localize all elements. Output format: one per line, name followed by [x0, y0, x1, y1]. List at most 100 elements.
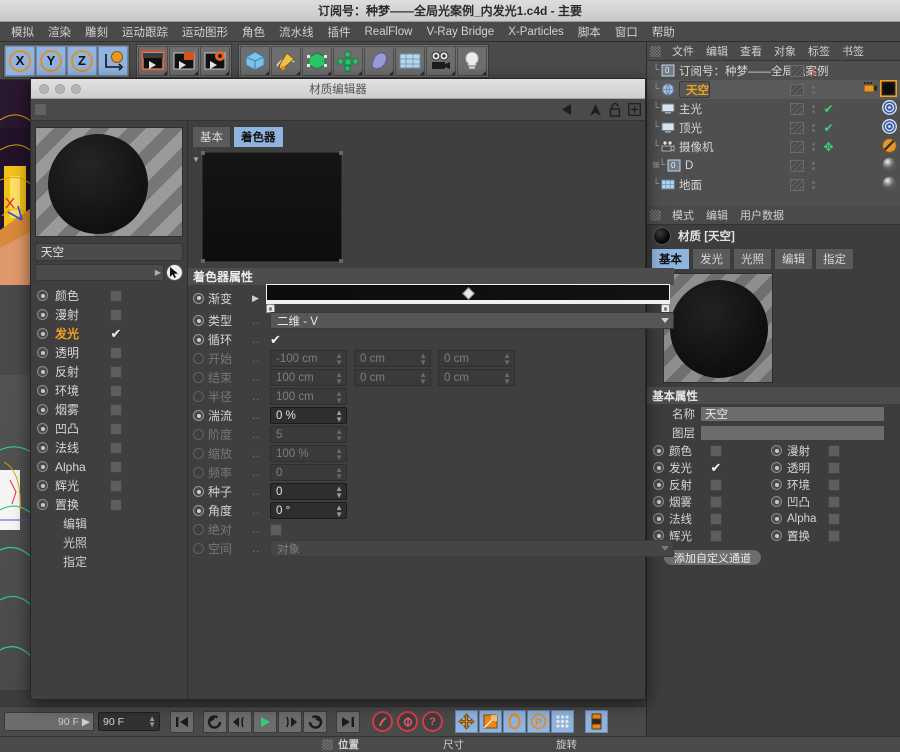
channel-radio[interactable]: [37, 290, 48, 301]
menu-item-4[interactable]: 运动图形: [175, 22, 235, 42]
axis-z-button[interactable]: Z: [67, 46, 97, 76]
layer-color-swatch[interactable]: [790, 84, 804, 96]
up-arrow-icon[interactable]: [589, 103, 602, 117]
object-row[interactable]: └地面: [647, 175, 900, 194]
material-editor-window[interactable]: 材质编辑器 天空: [30, 78, 646, 700]
light-object-icon[interactable]: [661, 102, 675, 115]
om-menu-object[interactable]: 对象: [768, 42, 802, 60]
prop-radio[interactable]: [193, 410, 204, 421]
me-extra-1[interactable]: 光照: [35, 533, 183, 552]
channel-checkbox[interactable]: [110, 309, 122, 321]
layer-color-swatch[interactable]: [790, 103, 804, 115]
me-tab-0[interactable]: 基本: [192, 126, 231, 147]
gradient-bar[interactable]: [266, 284, 670, 301]
black-material-tag[interactable]: [880, 80, 897, 100]
spinner-icon[interactable]: ▲▼: [335, 486, 343, 499]
channel-radio[interactable]: [37, 404, 48, 415]
spinner-icon[interactable]: ▲▼: [335, 429, 343, 442]
om-menu-edit[interactable]: 编辑: [700, 42, 734, 60]
visibility-dots[interactable]: [809, 86, 818, 94]
light-icon[interactable]: [457, 46, 487, 76]
channel-radio[interactable]: [37, 309, 48, 320]
gradient-knob[interactable]: [462, 287, 475, 300]
add-custom-channel-button[interactable]: 添加自定义通道: [663, 549, 762, 566]
axis-x-button[interactable]: X: [5, 46, 35, 76]
input-种子[interactable]: 0▲▼: [270, 483, 347, 500]
menu-item-5[interactable]: 角色: [235, 22, 272, 42]
layer-input[interactable]: [700, 425, 885, 441]
attr-tab-1[interactable]: 发光: [692, 248, 731, 269]
spinner-icon[interactable]: ▲▼: [335, 448, 343, 461]
me-tab-1[interactable]: 着色器: [233, 126, 284, 147]
channel-checkbox[interactable]: [110, 290, 122, 302]
close-button[interactable]: [39, 84, 49, 94]
channel-checkbox[interactable]: [828, 462, 840, 474]
channel-checkbox[interactable]: ✔: [110, 328, 122, 340]
object-row[interactable]: └摄像机✥: [647, 137, 900, 156]
input-湍流[interactable]: 0 %▲▼: [270, 407, 347, 424]
corner-handle[interactable]: [201, 151, 205, 155]
collapse-triangle-icon[interactable]: ▼: [188, 147, 200, 262]
channel-checkbox[interactable]: [828, 496, 840, 508]
menu-item-8[interactable]: RealFlow: [358, 24, 420, 40]
spinner-icon[interactable]: ▲▼: [335, 505, 343, 518]
channel-radio[interactable]: [37, 423, 48, 434]
render-region-icon[interactable]: [169, 46, 199, 76]
menu-item-1[interactable]: 渲染: [41, 22, 78, 42]
channel-radio[interactable]: [771, 479, 782, 490]
record-help-icon[interactable]: ?: [422, 711, 443, 732]
autokey-icon[interactable]: [372, 711, 393, 732]
object-row[interactable]: └0订阅号：种梦——全局光案例: [647, 61, 900, 80]
checkbox-循环[interactable]: ✔: [270, 334, 281, 346]
maximize-button[interactable]: [71, 84, 81, 94]
camera-icon[interactable]: [426, 46, 456, 76]
axis-y-button[interactable]: Y: [36, 46, 66, 76]
checkbox-绝对[interactable]: [270, 524, 282, 536]
layer-color-swatch[interactable]: [790, 160, 804, 172]
input-开始-0[interactable]: -100 cm▲▼: [270, 350, 347, 367]
material-editor-preview[interactable]: [35, 127, 183, 237]
visibility-dots[interactable]: [809, 124, 818, 132]
prop-radio[interactable]: [193, 334, 204, 345]
channel-radio[interactable]: [37, 461, 48, 472]
object-row[interactable]: └顶光✔: [647, 118, 900, 137]
menu-item-10[interactable]: X-Particles: [501, 24, 571, 40]
channel-checkbox[interactable]: [110, 442, 122, 454]
visibility-dots[interactable]: [809, 143, 818, 151]
channel-radio[interactable]: [37, 480, 48, 491]
panel-grip-icon[interactable]: [650, 46, 661, 57]
back-arrow-icon[interactable]: [562, 103, 582, 116]
spinner-icon[interactable]: ▲▼: [419, 353, 427, 366]
enable-check-icon[interactable]: ✔: [822, 121, 835, 135]
spinner-icon[interactable]: ▲▼: [148, 716, 156, 728]
menu-item-11[interactable]: 脚本: [571, 22, 608, 42]
channel-radio[interactable]: [37, 328, 48, 339]
spinner-icon[interactable]: ▲▼: [335, 372, 343, 385]
corner-handle[interactable]: [339, 151, 343, 155]
prop-radio[interactable]: [193, 505, 204, 516]
lock-icon[interactable]: [609, 103, 621, 117]
prop-radio[interactable]: [193, 448, 204, 459]
mograph-array-icon[interactable]: [333, 46, 363, 76]
chevron-right-icon[interactable]: ▶: [155, 268, 161, 277]
layer-color-swatch[interactable]: [790, 141, 804, 153]
menu-item-2[interactable]: 雕刻: [78, 22, 115, 42]
attr-tab-2[interactable]: 光照: [733, 248, 772, 269]
object-row[interactable]: └主光✔: [647, 99, 900, 118]
input-半径[interactable]: 100 cm▲▼: [270, 388, 347, 405]
spinner-icon[interactable]: ▲▼: [503, 353, 511, 366]
channel-checkbox[interactable]: [828, 530, 840, 542]
layer-color-swatch[interactable]: [790, 179, 804, 191]
visibility-dots[interactable]: [809, 105, 818, 113]
play-icon[interactable]: [253, 711, 277, 733]
spinner-icon[interactable]: ▲▼: [335, 353, 343, 366]
object-row[interactable]: └天空: [647, 80, 900, 99]
input-频率[interactable]: 0▲▼: [270, 464, 347, 481]
me-extra-0[interactable]: 编辑: [35, 514, 183, 533]
enable-check-icon[interactable]: ✥: [822, 140, 835, 154]
camera-tag-icon[interactable]: [863, 81, 878, 98]
minimize-button[interactable]: [55, 84, 65, 94]
spinner-icon[interactable]: ▲▼: [335, 410, 343, 423]
select-类型[interactable]: 二维 - V: [270, 312, 674, 329]
gradient-expand-icon[interactable]: ▶: [252, 293, 259, 304]
